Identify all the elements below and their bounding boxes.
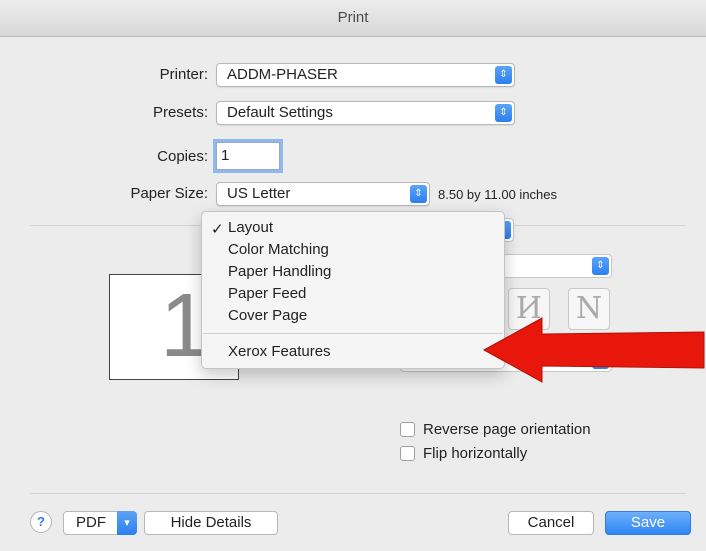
chevron-down-icon[interactable]: ▾ <box>117 511 137 535</box>
popup-stepper-icon: ⇕ <box>495 104 512 122</box>
presets-popup[interactable]: Default Settings ⇕ <box>216 101 515 125</box>
paper-dimensions: 8.50 by 11.00 inches <box>438 187 558 202</box>
presets-label: Presets: <box>152 104 208 121</box>
pdf-button[interactable]: PDF <box>63 511 119 535</box>
cancel-button[interactable]: Cancel <box>508 511 594 535</box>
help-icon[interactable]: ? <box>30 511 52 533</box>
window-titlebar: Print <box>0 0 706 37</box>
popup-stepper-icon: ⇕ <box>495 66 512 84</box>
presets-value: Default Settings <box>227 104 333 121</box>
menu-item-xerox-features[interactable]: Xerox Features <box>228 343 331 360</box>
menu-item-layout[interactable]: Layout <box>228 219 273 236</box>
section-menu: ✓ Layout Color Matching Paper Handling P… <box>201 211 505 369</box>
popup-stepper-icon: ⇕ <box>410 185 427 203</box>
flip-horizontally-label: Flip horizontally <box>423 445 528 462</box>
copies-field[interactable]: 1 <box>216 142 280 170</box>
menu-item-paper-feed[interactable]: Paper Feed <box>228 285 306 302</box>
window-title: Print <box>337 9 369 26</box>
paper-size-popup[interactable]: US Letter ⇕ <box>216 182 430 206</box>
menu-separator <box>203 333 503 334</box>
printer-label: Printer: <box>159 66 208 83</box>
paper-size-value: US Letter <box>227 185 291 202</box>
hide-details-button[interactable]: Hide Details <box>144 511 278 535</box>
copies-label: Copies: <box>157 148 208 165</box>
menu-item-cover-page[interactable]: Cover Page <box>228 307 307 324</box>
checkmark-icon: ✓ <box>211 221 224 238</box>
flip-horizontally-checkbox[interactable] <box>400 446 415 461</box>
red-arrow-annotation <box>482 317 705 383</box>
menu-item-color-matching[interactable]: Color Matching <box>228 241 329 258</box>
save-button[interactable]: Save <box>605 511 691 535</box>
printer-popup[interactable]: ADDM-PHASER ⇕ <box>216 63 515 87</box>
printer-value: ADDM-PHASER <box>227 66 338 83</box>
popup-stepper-icon: ⇕ <box>592 257 609 275</box>
reverse-orientation-label: Reverse page orientation <box>423 421 591 438</box>
footer-divider <box>30 493 686 494</box>
menu-item-paper-handling[interactable]: Paper Handling <box>228 263 331 280</box>
reverse-orientation-checkbox[interactable] <box>400 422 415 437</box>
paper-size-label: Paper Size: <box>130 185 208 202</box>
